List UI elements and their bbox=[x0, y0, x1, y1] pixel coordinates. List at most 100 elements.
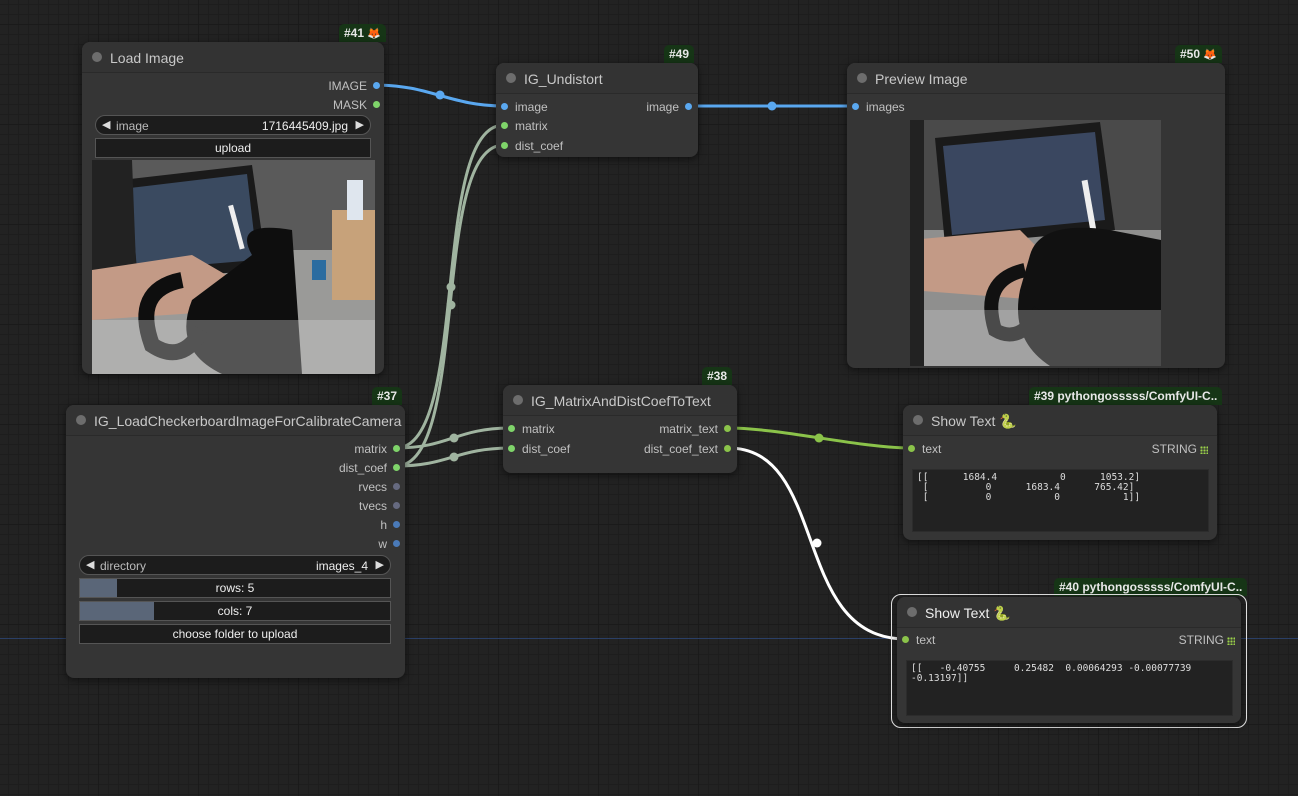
arrow-left-icon[interactable]: ◀ bbox=[102, 118, 110, 131]
grid-icon[interactable] bbox=[1227, 637, 1235, 645]
link-matrixtext-midpoint bbox=[814, 433, 824, 443]
fox-icon: 🦊 bbox=[367, 28, 382, 40]
output-rvecs[interactable]: rvecs bbox=[358, 480, 400, 494]
output-pin-icon[interactable] bbox=[393, 445, 400, 452]
link-matrixtext-to-showtext bbox=[727, 426, 912, 450]
node-load-checkerboard[interactable]: IG_LoadCheckerboardImageForCalibrateCame… bbox=[66, 405, 405, 678]
output-h[interactable]: h bbox=[380, 518, 400, 532]
input-dist-coef[interactable]: dist_coef bbox=[501, 139, 563, 153]
input-pin-icon[interactable] bbox=[501, 103, 508, 110]
undistorted-photo-image bbox=[910, 120, 1161, 366]
output-label: h bbox=[380, 518, 387, 532]
rows-slider[interactable]: rows: 5 bbox=[79, 578, 391, 598]
input-image[interactable]: image bbox=[501, 100, 548, 114]
arrow-right-icon[interactable]: ▶ bbox=[356, 118, 364, 131]
output-pin-icon[interactable] bbox=[685, 103, 692, 110]
output-image[interactable]: IMAGE bbox=[328, 79, 380, 93]
output-matrix[interactable]: matrix bbox=[354, 442, 400, 456]
node-show-text-39[interactable]: Show Text 🐍 text STRING [[ 1684.4 0 1053… bbox=[903, 405, 1217, 540]
node-title-bar[interactable]: IG_Undistort bbox=[496, 63, 698, 94]
arrow-left-icon[interactable]: ◀ bbox=[86, 558, 94, 571]
input-matrix[interactable]: matrix bbox=[508, 422, 555, 436]
slider-text: cols: 7 bbox=[217, 604, 253, 618]
combo-value: 1716445409.jpg bbox=[261, 119, 348, 133]
node-load-image[interactable]: Load Image IMAGE MASK ◀ image 1716445409… bbox=[82, 42, 384, 374]
photo-scene-image bbox=[92, 160, 375, 374]
link-distcoef-totext-midpoint bbox=[449, 452, 459, 462]
output-image[interactable]: image bbox=[646, 100, 692, 114]
input-pin-icon[interactable] bbox=[902, 636, 909, 643]
combo-value: images_4 bbox=[315, 559, 368, 573]
link-distcoeftext-to-showtext bbox=[727, 446, 907, 641]
output-dist-coef[interactable]: dist_coef bbox=[339, 461, 400, 475]
collapse-dot-icon[interactable] bbox=[913, 415, 923, 425]
output-pin-icon[interactable] bbox=[393, 502, 400, 509]
link-matrix-to-totext bbox=[395, 426, 513, 450]
output-tvecs[interactable]: tvecs bbox=[359, 499, 400, 513]
choose-folder-button[interactable]: choose folder to upload bbox=[79, 624, 391, 644]
node-title: IG_Undistort bbox=[524, 71, 603, 87]
node-id: #41 bbox=[344, 26, 365, 40]
output-pin-icon[interactable] bbox=[393, 464, 400, 471]
text-output-display[interactable]: [[ -0.40755 0.25482 0.00064293 -0.000777… bbox=[906, 660, 1233, 716]
input-text[interactable]: text bbox=[908, 442, 942, 456]
input-text[interactable]: text bbox=[902, 633, 936, 647]
collapse-dot-icon[interactable] bbox=[513, 395, 523, 405]
text-output-display[interactable]: [[ 1684.4 0 1053.2] [ 0 1683.4 765.42] [… bbox=[912, 469, 1209, 532]
output-pin-icon[interactable] bbox=[373, 82, 380, 89]
link-matrix-midpoint bbox=[446, 282, 456, 292]
output-pin-icon[interactable] bbox=[373, 101, 380, 108]
grid-icon[interactable] bbox=[1200, 446, 1208, 454]
output-pin-icon[interactable] bbox=[393, 483, 400, 490]
cols-slider[interactable]: cols: 7 bbox=[79, 601, 391, 621]
output-pin-icon[interactable] bbox=[724, 425, 731, 432]
input-dist-coef[interactable]: dist_coef bbox=[508, 442, 570, 456]
node-title-bar[interactable]: Load Image bbox=[82, 42, 384, 73]
input-label: matrix bbox=[522, 422, 555, 436]
input-pin-icon[interactable] bbox=[501, 142, 508, 149]
collapse-dot-icon[interactable] bbox=[857, 73, 867, 83]
input-pin-icon[interactable] bbox=[852, 103, 859, 110]
directory-combo[interactable]: ◀ directory images_4 ▶ bbox=[79, 555, 391, 575]
collapse-dot-icon[interactable] bbox=[76, 415, 86, 425]
upload-button[interactable]: upload bbox=[95, 138, 371, 158]
slider-text: rows: 5 bbox=[215, 581, 255, 595]
input-pin-icon[interactable] bbox=[508, 425, 515, 432]
output-pin-icon[interactable] bbox=[393, 521, 400, 528]
input-matrix[interactable]: matrix bbox=[501, 119, 548, 133]
output-pin-icon[interactable] bbox=[393, 540, 400, 547]
node-ig-undistort[interactable]: IG_Undistort image matrix dist_coef imag… bbox=[496, 63, 698, 157]
loaded-image-preview bbox=[92, 160, 375, 374]
collapse-dot-icon[interactable] bbox=[506, 73, 516, 83]
node-matrix-to-text[interactable]: IG_MatrixAndDistCoefToText matrix dist_c… bbox=[503, 385, 737, 473]
output-mask[interactable]: MASK bbox=[332, 98, 380, 112]
input-images[interactable]: images bbox=[852, 100, 905, 114]
output-matrix-text[interactable]: matrix_text bbox=[659, 422, 731, 436]
node-title-bar[interactable]: IG_MatrixAndDistCoefToText bbox=[503, 385, 737, 416]
input-pin-icon[interactable] bbox=[508, 445, 515, 452]
output-pin-icon[interactable] bbox=[724, 445, 731, 452]
link-distcoef-to-undistort bbox=[395, 143, 505, 468]
arrow-right-icon[interactable]: ▶ bbox=[376, 558, 384, 571]
node-title-bar[interactable]: Preview Image bbox=[847, 63, 1225, 94]
slider-fill bbox=[80, 602, 155, 620]
input-pin-icon[interactable] bbox=[908, 445, 915, 452]
input-pin-icon[interactable] bbox=[501, 122, 508, 129]
link-distcoef-to-totext bbox=[395, 446, 513, 468]
output-label: MASK bbox=[332, 98, 367, 112]
node-title-bar[interactable]: Show Text 🐍 bbox=[903, 405, 1217, 436]
collapse-dot-icon[interactable] bbox=[907, 607, 917, 617]
output-string[interactable]: STRING bbox=[1152, 442, 1208, 456]
node-preview-image[interactable]: Preview Image images bbox=[847, 63, 1225, 368]
collapse-dot-icon[interactable] bbox=[92, 52, 102, 62]
output-dist-coef-text[interactable]: dist_coef_text bbox=[644, 442, 731, 456]
node-id-badge: #37 bbox=[372, 387, 403, 405]
node-title-bar[interactable]: Show Text 🐍 bbox=[897, 597, 1241, 628]
node-show-text-40[interactable]: Show Text 🐍 text STRING [[ -0.40755 0.25… bbox=[897, 597, 1241, 723]
input-label: text bbox=[916, 633, 936, 647]
output-string[interactable]: STRING bbox=[1179, 633, 1235, 647]
image-combo[interactable]: ◀ image 1716445409.jpg ▶ bbox=[95, 115, 371, 135]
node-title-bar[interactable]: IG_LoadCheckerboardImageForCalibrateCame… bbox=[66, 405, 405, 436]
input-label: text bbox=[922, 442, 942, 456]
output-w[interactable]: w bbox=[378, 537, 400, 551]
